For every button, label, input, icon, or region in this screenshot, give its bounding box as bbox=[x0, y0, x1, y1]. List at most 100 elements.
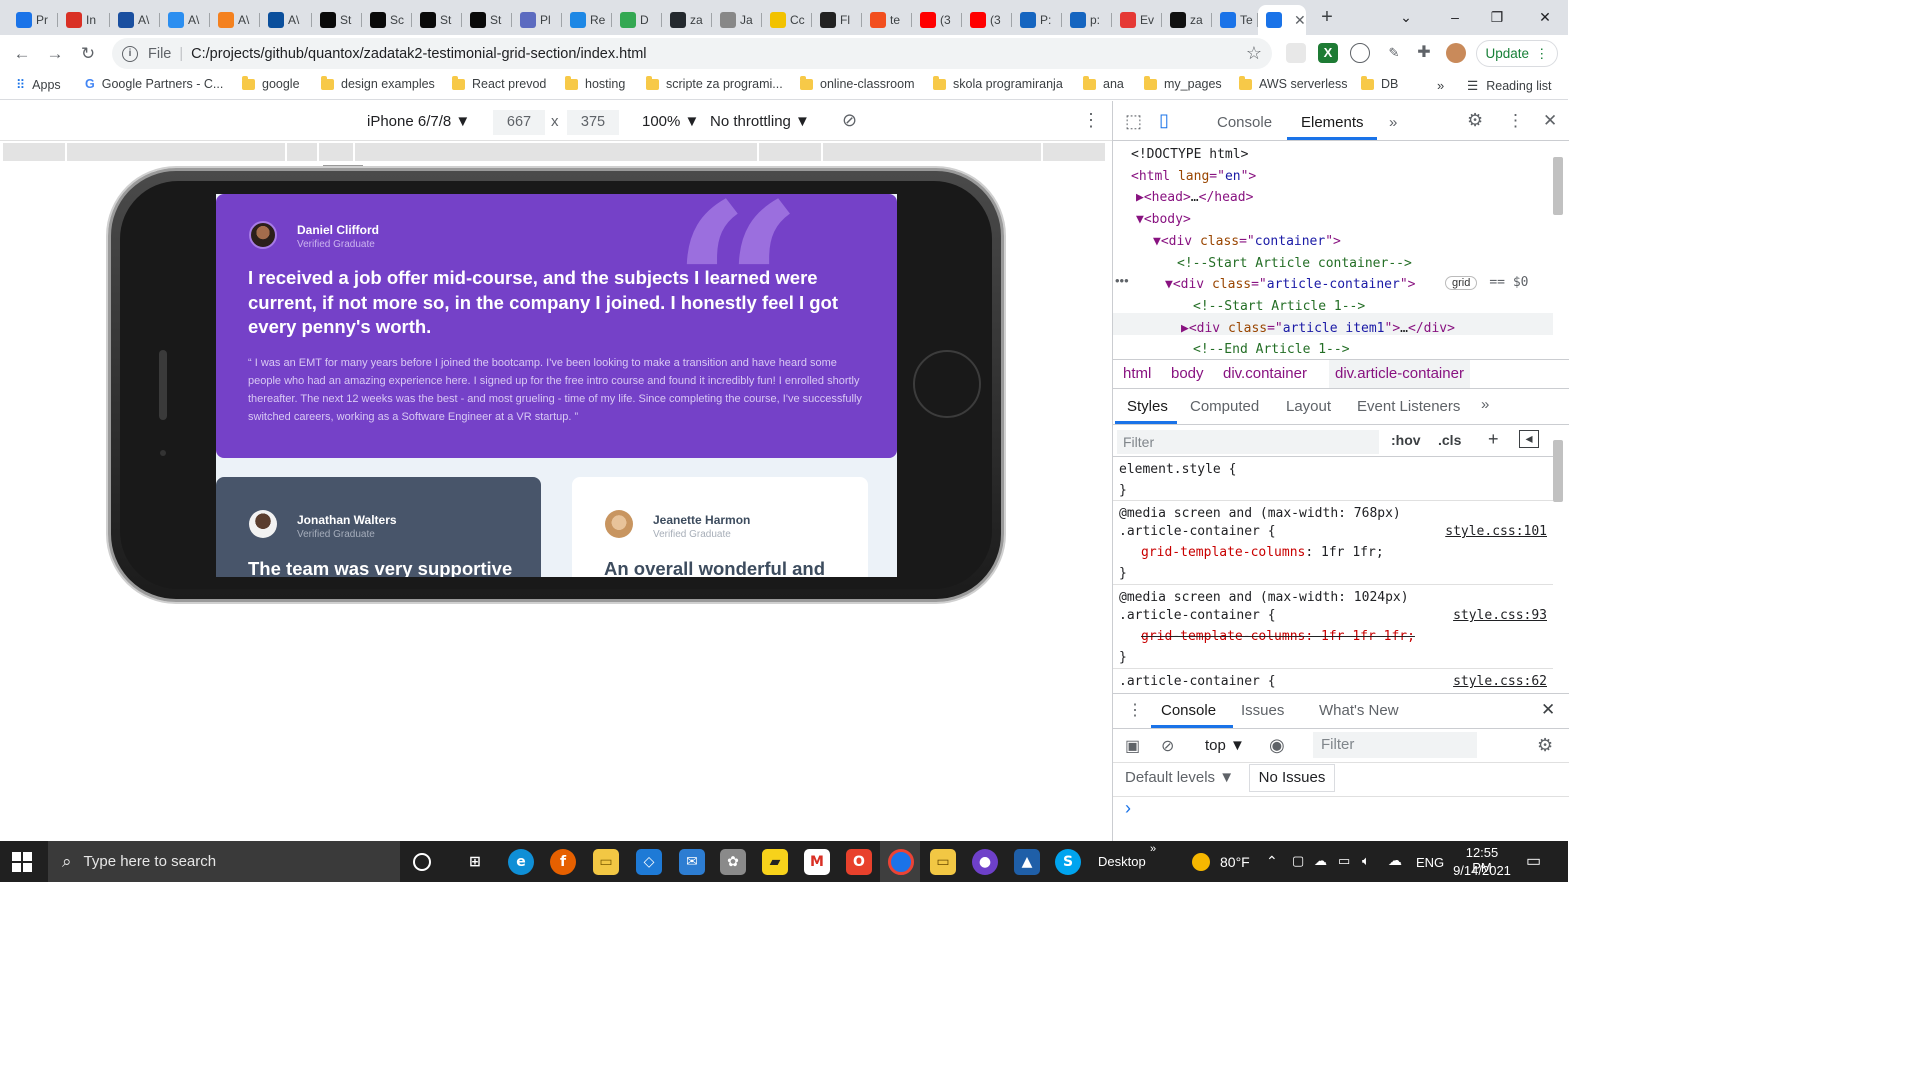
new-rule-icon[interactable]: + bbox=[1488, 429, 1499, 450]
device-menu-icon[interactable]: ⋮ bbox=[1082, 110, 1100, 131]
tab-search-button[interactable]: ⌄ bbox=[1391, 6, 1421, 28]
vscode-icon[interactable]: ◇ bbox=[636, 849, 662, 875]
browser-tab[interactable]: p: bbox=[1062, 5, 1112, 35]
styles-subtab[interactable]: Computed bbox=[1190, 398, 1259, 415]
dom-node-line[interactable]: <html lang="en"> bbox=[1131, 166, 1256, 187]
firefox-icon[interactable]: f bbox=[550, 849, 576, 875]
extension-blank-icon[interactable] bbox=[1286, 43, 1306, 63]
extension-picker-icon[interactable]: ✎ bbox=[1384, 43, 1404, 63]
bookmark-google-partners-c[interactable]: G Google Partners - C... bbox=[85, 77, 223, 91]
browser-tab[interactable]: St bbox=[462, 5, 512, 35]
close-tab-icon[interactable]: ✕ bbox=[1294, 12, 1306, 29]
desktop-toolbar-label[interactable]: Desktop bbox=[1098, 854, 1146, 869]
rotate-icon[interactable]: ⊘ bbox=[842, 110, 857, 131]
styles-subtab[interactable]: Layout bbox=[1286, 398, 1331, 415]
forward-icon[interactable]: → bbox=[42, 41, 68, 67]
zoom-select[interactable]: 100% ▼ bbox=[642, 113, 699, 130]
browser-tab[interactable]: Ev bbox=[1112, 5, 1162, 35]
settings-gear-icon[interactable]: ⚙ bbox=[1467, 110, 1483, 131]
close-drawer-icon[interactable]: ✕ bbox=[1541, 700, 1555, 720]
dom-node-line[interactable]: <!--Start Article container--> bbox=[1177, 253, 1412, 274]
browser-tab[interactable]: za bbox=[662, 5, 712, 35]
more-subtabs-button[interactable]: » bbox=[1481, 396, 1489, 413]
styles-subtab[interactable]: Styles bbox=[1127, 398, 1168, 415]
close-devtools-icon[interactable]: ✕ bbox=[1543, 111, 1557, 131]
bookmark-google[interactable]: google bbox=[242, 75, 300, 91]
bookmark-react-prevod[interactable]: React prevod bbox=[452, 75, 546, 91]
tab-console[interactable]: Console bbox=[1217, 114, 1272, 131]
styles-scrollbar[interactable] bbox=[1553, 440, 1563, 502]
folder-icon[interactable]: ▭ bbox=[930, 849, 956, 875]
cortana-icon[interactable] bbox=[413, 853, 431, 871]
console-settings-gear-icon[interactable]: ⚙ bbox=[1537, 735, 1553, 756]
extension-excel-icon[interactable]: X bbox=[1318, 43, 1338, 63]
element-style-selector[interactable]: element.style { bbox=[1119, 462, 1236, 477]
browser-tab[interactable]: A\ bbox=[160, 5, 210, 35]
bookmark-online-classroom[interactable]: online-classroom bbox=[800, 75, 914, 91]
weather-sun-icon[interactable] bbox=[1192, 853, 1210, 871]
source-link[interactable]: style.css:93 bbox=[1453, 608, 1547, 623]
grid-badge[interactable]: grid bbox=[1445, 275, 1478, 290]
file-explorer-icon[interactable]: ▭ bbox=[593, 849, 619, 875]
width-input[interactable]: 667 bbox=[493, 110, 545, 135]
dom-scrollbar[interactable] bbox=[1553, 157, 1563, 215]
browser-tab[interactable]: A\ bbox=[110, 5, 160, 35]
rule-close-brace[interactable]: } bbox=[1119, 566, 1127, 581]
bookmark-star-icon[interactable]: ☆ bbox=[1246, 43, 1262, 64]
browser-tab[interactable]: Te bbox=[1212, 5, 1258, 35]
taskbar-search[interactable]: ⌕ Type here to search bbox=[48, 841, 400, 882]
media-query[interactable]: @media screen and (max-width: 1024px) bbox=[1119, 590, 1409, 605]
devtools-menu-icon[interactable]: ⋮ bbox=[1507, 111, 1524, 131]
bookmark-scripte-za-programi[interactable]: scripte za programi... bbox=[646, 75, 783, 91]
levels-select[interactable]: Default levels ▼ bbox=[1125, 769, 1234, 786]
tray-overflow-icon[interactable]: ⌃ bbox=[1266, 853, 1278, 870]
bookmark-db[interactable]: DB bbox=[1361, 75, 1398, 91]
inspect-element-icon[interactable]: ⬚ bbox=[1125, 111, 1142, 132]
rule-close-brace[interactable]: } bbox=[1119, 650, 1127, 665]
console-prompt[interactable]: › bbox=[1125, 798, 1131, 819]
update-button[interactable]: Update ⋮ bbox=[1476, 40, 1558, 67]
input-language[interactable]: ENG bbox=[1416, 855, 1444, 870]
clear-console-icon[interactable]: ⊘ bbox=[1161, 736, 1174, 756]
browser-tab[interactable]: te bbox=[862, 5, 912, 35]
reading-list[interactable]: ☰ Reading list bbox=[1467, 78, 1552, 94]
height-input[interactable]: 375 bbox=[567, 110, 619, 135]
task-view-icon[interactable]: ⊞ bbox=[462, 849, 488, 875]
weather-temperature[interactable]: 80°F bbox=[1220, 854, 1250, 870]
breadcrumb-item[interactable]: html bbox=[1123, 365, 1151, 382]
dom-node-line[interactable]: <!--End Article 1--> bbox=[1193, 339, 1350, 355]
source-link[interactable]: style.css:62 bbox=[1453, 674, 1547, 689]
dom-node-line[interactable]: ▶<head>…</head> bbox=[1136, 187, 1253, 208]
notifications-icon[interactable]: ▭ bbox=[1526, 851, 1541, 871]
computed-sidebar-icon[interactable]: ◂ bbox=[1519, 430, 1539, 448]
browser-tab[interactable]: Cc bbox=[762, 5, 812, 35]
battery-icon[interactable]: ▭ bbox=[1338, 853, 1350, 869]
browser-tab[interactable]: ✕ bbox=[1258, 5, 1306, 35]
mail-icon[interactable]: ✉ bbox=[679, 849, 705, 875]
issues-button[interactable]: No Issues bbox=[1249, 764, 1335, 792]
bookmark-ana[interactable]: ana bbox=[1083, 75, 1124, 91]
tab-elements[interactable]: Elements bbox=[1301, 114, 1364, 131]
console-sidebar-icon[interactable]: ▣ bbox=[1125, 736, 1140, 756]
bookmark-apps[interactable]: ⠿ Apps bbox=[16, 77, 61, 93]
photos-icon[interactable]: ▲ bbox=[1014, 849, 1040, 875]
console-filter-input[interactable]: Filter bbox=[1313, 732, 1477, 758]
paint-icon[interactable]: ✿ bbox=[720, 849, 746, 875]
skype-icon[interactable]: S bbox=[1055, 849, 1081, 875]
media-query-ruler[interactable] bbox=[3, 143, 1109, 161]
tray-app-icon[interactable]: ▢ bbox=[1292, 853, 1304, 869]
hover-state-toggle[interactable]: :hov bbox=[1391, 432, 1421, 448]
drawer-tab-whats-new[interactable]: What's New bbox=[1319, 702, 1399, 719]
styles-pane[interactable]: element.style {} @media screen and (max-w… bbox=[1113, 458, 1553, 693]
browser-tab[interactable]: A\ bbox=[260, 5, 312, 35]
reload-icon[interactable]: ↻ bbox=[75, 41, 101, 67]
new-tab-button[interactable]: + bbox=[1315, 6, 1339, 30]
dom-node-line[interactable]: <!--Start Article 1--> bbox=[1193, 296, 1365, 317]
dom-node-line[interactable]: ▼<body> bbox=[1136, 209, 1191, 230]
gmail-icon[interactable]: M bbox=[804, 849, 830, 875]
styles-subtab[interactable]: Event Listeners bbox=[1357, 398, 1460, 415]
media-query[interactable]: @media screen and (max-width: 768px) bbox=[1119, 506, 1401, 521]
office-icon[interactable]: O bbox=[846, 849, 872, 875]
maximize-button[interactable]: ❐ bbox=[1482, 6, 1512, 28]
context-select[interactable]: top ▼ bbox=[1205, 737, 1245, 754]
